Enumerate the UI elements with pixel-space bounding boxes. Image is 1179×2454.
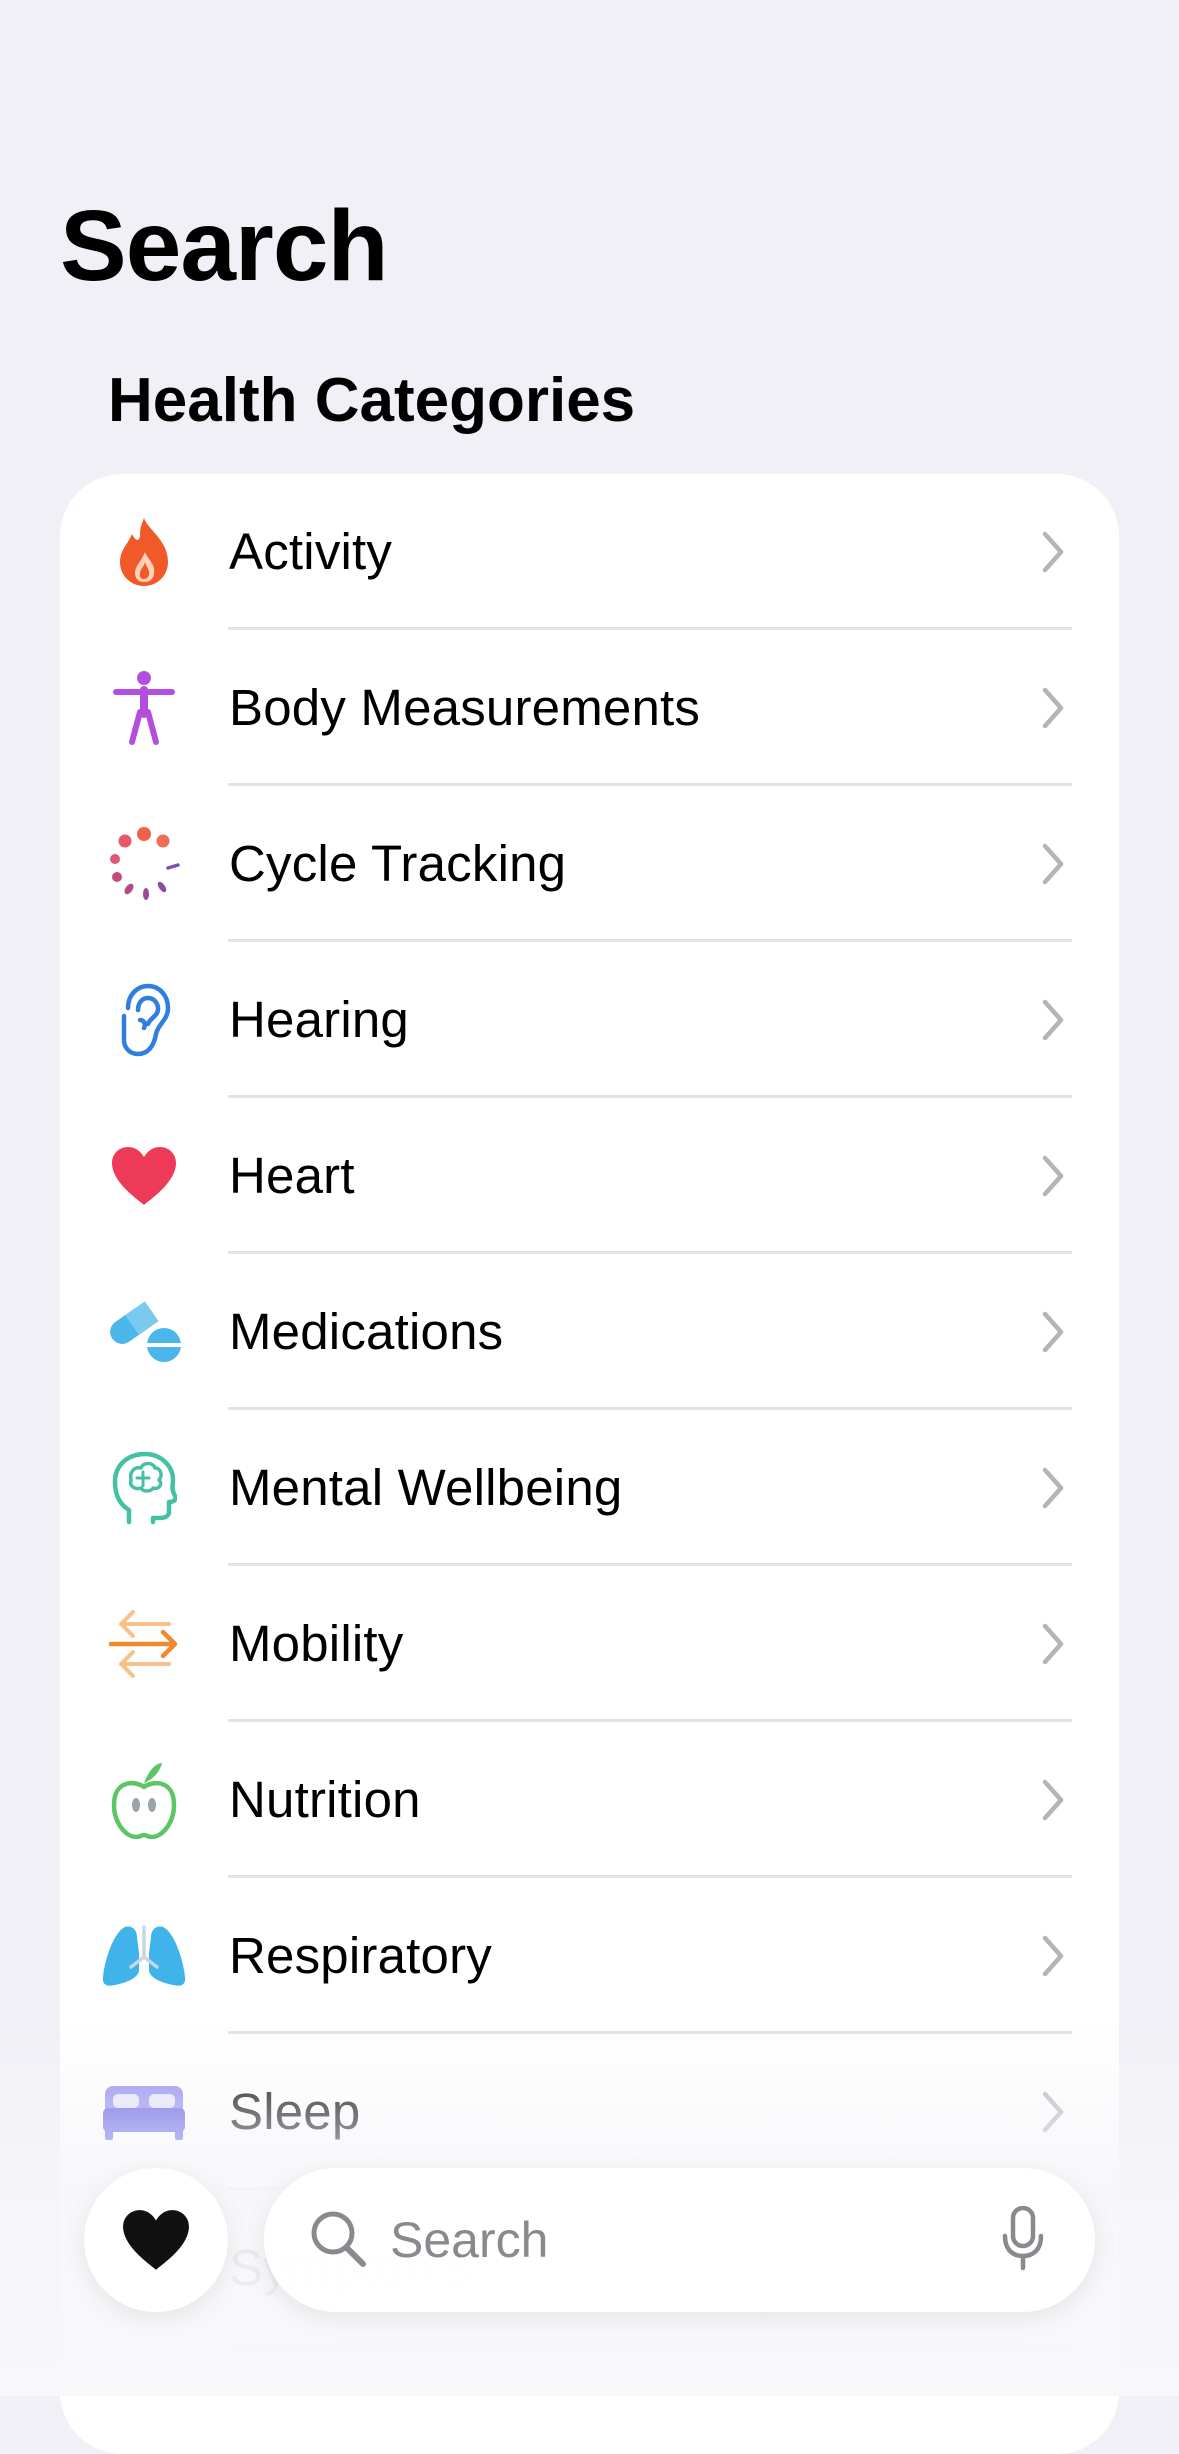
- section-title: Health Categories: [108, 366, 636, 435]
- search-field[interactable]: Search: [264, 2168, 1095, 2312]
- heart-icon: [98, 1138, 190, 1214]
- row-separator: [228, 2343, 1072, 2346]
- brain-head-icon: [98, 1450, 190, 1526]
- chevron-right-icon: [1042, 999, 1064, 1041]
- search-icon: [311, 2211, 366, 2267]
- flame-icon: [98, 514, 190, 590]
- category-label: Medications: [229, 1303, 504, 1360]
- category-row-respiratory[interactable]: Respiratory: [60, 1878, 1119, 2034]
- chevron-right-icon: [1042, 1935, 1064, 1977]
- chevron-right-icon: [1042, 2091, 1064, 2133]
- category-row-body-measurements[interactable]: Body Measurements: [60, 630, 1119, 786]
- microphone-icon[interactable]: [1001, 2206, 1045, 2272]
- category-label: Activity: [229, 523, 393, 580]
- chevron-right-icon: [1042, 1623, 1064, 1665]
- summary-tab-button[interactable]: [84, 2168, 228, 2312]
- search-placeholder: Search: [390, 2212, 549, 2268]
- chevron-right-icon: [1042, 687, 1064, 729]
- chevron-right-icon: [1042, 1311, 1064, 1353]
- category-row-cycle-tracking[interactable]: Cycle Tracking: [60, 786, 1119, 942]
- category-label: Mental Wellbeing: [229, 1459, 623, 1516]
- chevron-right-icon: [1042, 1779, 1064, 1821]
- arrows-icon: [98, 1606, 190, 1682]
- category-label: Body Measurements: [229, 679, 701, 736]
- category-row-mental-wellbeing[interactable]: Mental Wellbeing: [60, 1410, 1119, 1566]
- chevron-right-icon: [1042, 1155, 1064, 1197]
- category-label: Sleep: [229, 2083, 361, 2140]
- category-row-activity[interactable]: Activity: [60, 474, 1119, 630]
- chevron-right-icon: [1042, 531, 1064, 573]
- category-row-heart[interactable]: Heart: [60, 1098, 1119, 1254]
- category-row-sleep[interactable]: Sleep: [60, 2034, 1119, 2190]
- page-title: Search: [60, 190, 389, 302]
- category-row-mobility[interactable]: Mobility: [60, 1566, 1119, 1722]
- category-label: Mobility: [229, 1615, 404, 1672]
- category-label: Respiratory: [229, 1927, 492, 1984]
- lungs-icon: [98, 1918, 190, 1994]
- category-label: Heart: [229, 1147, 355, 1204]
- apple-icon: [98, 1762, 190, 1839]
- category-row-nutrition[interactable]: Nutrition: [60, 1722, 1119, 1878]
- cycle-dots-icon: [98, 826, 190, 902]
- ear-icon: [98, 982, 190, 1058]
- categories-card: Activity Body Measurements Cycle Trackin…: [60, 474, 1119, 2454]
- chevron-right-icon: [1042, 1467, 1064, 1509]
- heart-fill-icon: [123, 2210, 189, 2270]
- category-row-hearing[interactable]: Hearing: [60, 942, 1119, 1098]
- category-label: Nutrition: [229, 1771, 421, 1828]
- category-label: Cycle Tracking: [229, 835, 567, 892]
- figure-icon: [98, 670, 190, 746]
- bed-icon: [98, 2074, 190, 2150]
- category-label: Hearing: [229, 991, 409, 1048]
- pills-icon: [98, 1294, 190, 1370]
- category-row-medications[interactable]: Medications: [60, 1254, 1119, 1410]
- chevron-right-icon: [1042, 843, 1064, 885]
